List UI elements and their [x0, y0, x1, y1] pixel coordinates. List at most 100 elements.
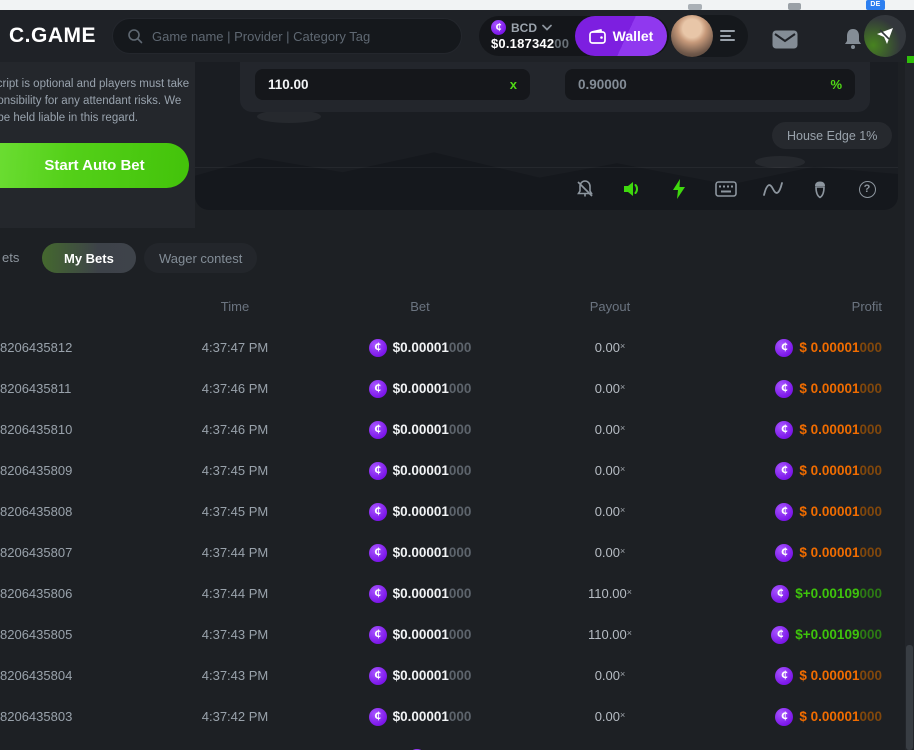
bet-id: 8206435808	[0, 504, 150, 519]
table-row[interactable]: 8206435804 4:37:43 PM ₵ $0.00001000 0.00…	[0, 655, 914, 696]
col-header-payout: Payout	[520, 299, 700, 314]
bell-icon[interactable]	[843, 28, 863, 50]
coin-icon: ₵	[771, 585, 789, 603]
game-panel: x % House Edge 1% ?	[195, 62, 898, 210]
turbo-icon[interactable]	[668, 178, 690, 200]
bet-payout: 0.00×	[520, 668, 700, 683]
bet-profit: ₵ $ 0.00001000	[700, 503, 882, 521]
tab-wager-contest[interactable]: Wager contest	[144, 243, 257, 273]
search-bar[interactable]	[112, 18, 462, 54]
balance-amount: $0.18734200	[491, 36, 569, 51]
wallet-button[interactable]: Wallet	[575, 16, 667, 56]
bet-amount: ₵ $0.00001000	[320, 462, 520, 480]
search-input[interactable]	[152, 29, 447, 44]
coin-icon: ₵	[369, 667, 387, 685]
auto-bet-disclaimer: script is optional and players must take…	[0, 76, 206, 127]
bet-profit: ₵ $ 0.00001000	[700, 708, 882, 726]
coin-icon: ₵	[775, 503, 793, 521]
seeds-icon[interactable]	[809, 178, 831, 200]
bet-time: 4:37:47 PM	[150, 340, 320, 355]
coin-icon: ₵	[369, 585, 387, 603]
mail-icon[interactable]	[772, 30, 798, 49]
my-bets-table: Time Bet Payout Profit 8206435812 4:37:4…	[0, 285, 914, 750]
bet-amount: ₵ $0.00001000	[320, 585, 520, 603]
green-edge-sliver	[907, 56, 914, 63]
extension-icon[interactable]	[788, 3, 801, 10]
coin-icon: ₵	[369, 380, 387, 398]
table-row[interactable]: 8206435807 4:37:44 PM ₵ $0.00001000 0.00…	[0, 532, 914, 573]
bet-profit: ₵ $+0.00109000	[700, 626, 882, 644]
bet-payout: 0.00×	[520, 709, 700, 724]
search-icon	[127, 28, 143, 44]
bet-payout: 0.00×	[520, 340, 700, 355]
bell-slash-icon[interactable]	[574, 178, 596, 200]
profile-menu[interactable]	[671, 15, 748, 57]
bet-id: 8206435807	[0, 545, 150, 560]
bet-id: 8206435803	[0, 709, 150, 724]
hotkeys-icon[interactable]	[715, 178, 737, 200]
start-auto-bet-button[interactable]: Start Auto Bet	[0, 143, 189, 188]
tab-all-bets[interactable]: ets	[2, 250, 19, 265]
bet-payout: 0.00×	[520, 463, 700, 478]
coin-icon: ₵	[775, 708, 793, 726]
bet-amount: ₵ $0.00001000	[320, 544, 520, 562]
bet-amount: ₵ $0.00001000	[320, 503, 520, 521]
stats-icon[interactable]	[762, 178, 784, 200]
bet-payout: 0.00×	[520, 422, 700, 437]
table-row[interactable]: 8206435809 4:37:45 PM ₵ $0.00001000 0.00…	[0, 450, 914, 491]
table-row[interactable]: 8206435805 4:37:43 PM ₵ $0.00001000 110.…	[0, 614, 914, 655]
table-row[interactable]: 8206435811 4:37:46 PM ₵ $0.00001000 0.00…	[0, 368, 914, 409]
translate-extension-badge[interactable]: DE	[866, 0, 885, 10]
col-header-time: Time	[150, 299, 320, 314]
scrollbar[interactable]	[905, 62, 914, 750]
bet-id: 8206435809	[0, 463, 150, 478]
coin-icon: ₵	[369, 462, 387, 480]
coin-icon: ₵	[775, 380, 793, 398]
bet-amount: ₵ $0.00001000	[320, 708, 520, 726]
table-row[interactable]: 8206435812 4:37:47 PM ₵ $0.00001000 0.00…	[0, 327, 914, 368]
table-row[interactable]: 8206435808 4:37:45 PM ₵ $0.00001000 0.00…	[0, 491, 914, 532]
payout-field: x	[255, 69, 530, 100]
col-header-bet: Bet	[320, 299, 520, 314]
win-chance-field: %	[565, 69, 855, 100]
table-row[interactable]: 8206435806 4:37:44 PM ₵ $0.00001000 110.…	[0, 573, 914, 614]
bet-profit: ₵ $ 0.00001000	[700, 339, 882, 357]
wallet-icon	[589, 29, 606, 44]
site-logo[interactable]: C.GAME	[9, 24, 96, 48]
bet-payout: 0.00×	[520, 381, 700, 396]
coin-icon: ₵	[369, 339, 387, 357]
avatar[interactable]	[671, 15, 713, 57]
bet-id: 8206435810	[0, 422, 150, 437]
bet-time: 4:37:45 PM	[150, 463, 320, 478]
percent-suffix: %	[830, 77, 842, 92]
payout-input[interactable]	[268, 77, 510, 92]
currency-code: BCD	[511, 21, 537, 35]
coin-icon: ₵	[775, 462, 793, 480]
coin-icon: ₵	[369, 626, 387, 644]
coin-icon: ₵	[775, 339, 793, 357]
bet-amount: ₵ $0.00001000	[320, 339, 520, 357]
bet-profit: ₵ $ 0.00001000	[700, 421, 882, 439]
coin-icon: ₵	[369, 544, 387, 562]
bet-amount: ₵ $0.00001000	[320, 380, 520, 398]
tab-my-bets[interactable]: My Bets	[42, 243, 136, 273]
chat-toggle-button[interactable]	[864, 15, 906, 57]
table-row[interactable]: 8206435803 4:37:42 PM ₵ $0.00001000 0.00…	[0, 696, 914, 737]
bet-profit: ₵ $ 0.00001000	[700, 380, 882, 398]
bet-id: 8206435811	[0, 381, 150, 396]
bet-time: 4:37:46 PM	[150, 381, 320, 396]
coin-icon: ₵	[369, 708, 387, 726]
bet-amount: ₵ $0.00001000	[320, 421, 520, 439]
help-icon[interactable]: ?	[856, 178, 878, 200]
bet-time: 4:37:44 PM	[150, 545, 320, 560]
bcd-coin-icon: ₵	[491, 20, 506, 35]
table-row[interactable]: ₵	[0, 737, 914, 750]
sound-icon[interactable]	[621, 178, 643, 200]
table-row[interactable]: 8206435810 4:37:46 PM ₵ $0.00001000 0.00…	[0, 409, 914, 450]
bet-payout: 110.00×	[520, 586, 700, 601]
win-chance-input[interactable]	[578, 77, 830, 92]
game-toolbar: ?	[195, 168, 898, 210]
bet-time: 4:37:43 PM	[150, 627, 320, 642]
bet-payout: 0.00×	[520, 545, 700, 560]
scrollbar-thumb[interactable]	[906, 645, 913, 750]
